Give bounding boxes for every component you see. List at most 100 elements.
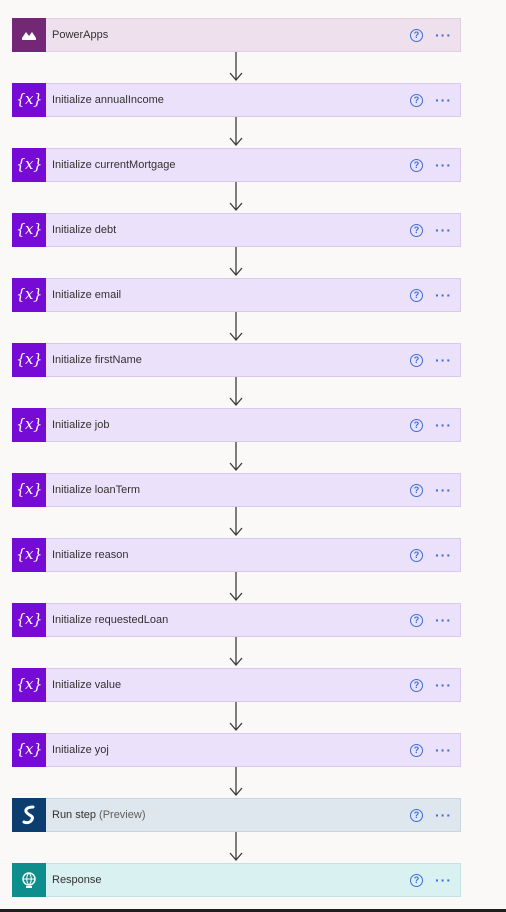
variable-glyph: {x} xyxy=(15,285,43,303)
step-title: Initialize loanTerm xyxy=(52,484,410,496)
arrow-down-icon xyxy=(229,702,243,731)
flow-step[interactable]: {x} Initialize email? ··· xyxy=(12,277,461,312)
more-options-icon[interactable]: ··· xyxy=(435,548,452,562)
connector-arrow xyxy=(12,247,461,278)
arrow-down-icon xyxy=(229,767,243,796)
variable-icon: {x} xyxy=(12,277,46,312)
more-options-icon[interactable]: ··· xyxy=(435,418,452,432)
help-icon[interactable]: ? xyxy=(410,808,423,822)
variable-glyph: {x} xyxy=(15,90,43,108)
connector-arrow xyxy=(12,702,461,733)
more-options-icon[interactable]: ··· xyxy=(435,613,452,627)
flow-step[interactable]: Run step (Preview)? ··· xyxy=(12,797,461,832)
arrow-down-icon xyxy=(229,572,243,601)
flow-step[interactable]: {x} Initialize yoj? ··· xyxy=(12,732,461,767)
arrow-down-icon xyxy=(229,442,243,471)
step-title-text: Initialize firstName xyxy=(52,354,142,366)
flow-step[interactable]: {x} Initialize job? ··· xyxy=(12,407,461,442)
variable-glyph: {x} xyxy=(15,350,43,368)
step-title: Initialize requestedLoan xyxy=(52,614,410,626)
variable-glyph: {x} xyxy=(15,610,43,628)
more-options-icon[interactable]: ··· xyxy=(435,288,452,302)
flow-step[interactable]: {x} Initialize currentMortgage? ··· xyxy=(12,147,461,182)
flow-step[interactable]: Response? ··· xyxy=(12,862,461,897)
step-title: Response xyxy=(52,874,410,886)
step-title-text: Initialize job xyxy=(52,419,110,431)
variable-glyph: {x} xyxy=(15,155,43,173)
arrow-down-icon xyxy=(229,312,243,341)
step-title: Initialize currentMortgage xyxy=(52,159,410,171)
flow-step[interactable]: {x} Initialize debt? ··· xyxy=(12,212,461,247)
variable-glyph: {x} xyxy=(15,675,43,693)
more-options-icon[interactable]: ··· xyxy=(435,808,452,822)
help-icon[interactable]: ? xyxy=(410,678,423,692)
variable-icon: {x} xyxy=(12,472,46,507)
powerapps-icon xyxy=(12,17,46,52)
variable-icon: {x} xyxy=(12,82,46,117)
help-icon[interactable]: ? xyxy=(410,418,423,432)
arrow-down-icon xyxy=(229,182,243,211)
flow-step[interactable]: {x} Initialize value? ··· xyxy=(12,667,461,702)
step-title-text: Initialize debt xyxy=(52,224,117,236)
arrow-down-icon xyxy=(229,52,243,81)
connector-arrow xyxy=(12,767,461,798)
variable-icon: {x} xyxy=(12,342,46,377)
help-icon[interactable]: ? xyxy=(410,158,423,172)
variable-icon: {x} xyxy=(12,667,46,702)
more-options-icon[interactable]: ··· xyxy=(435,483,452,497)
step-title-suffix: (Preview) xyxy=(99,809,146,821)
more-options-icon[interactable]: ··· xyxy=(435,223,452,237)
step-title-text: Initialize value xyxy=(52,679,122,691)
variable-glyph: {x} xyxy=(15,740,43,758)
variable-icon: {x} xyxy=(12,212,46,247)
help-icon[interactable]: ? xyxy=(410,548,423,562)
connector-arrow xyxy=(12,52,461,83)
flow-step[interactable]: {x} Initialize loanTerm? ··· xyxy=(12,472,461,507)
help-icon[interactable]: ? xyxy=(410,353,423,367)
more-options-icon[interactable]: ··· xyxy=(435,873,452,887)
variable-icon: {x} xyxy=(12,407,46,442)
arrow-down-icon xyxy=(229,377,243,406)
flow-step[interactable]: {x} Initialize firstName? ··· xyxy=(12,342,461,377)
more-options-icon[interactable]: ··· xyxy=(435,678,452,692)
help-icon[interactable]: ? xyxy=(410,28,423,42)
step-title: Initialize value xyxy=(52,679,410,691)
help-icon[interactable]: ? xyxy=(410,613,423,627)
help-icon[interactable]: ? xyxy=(410,743,423,757)
more-options-icon[interactable]: ··· xyxy=(435,28,452,42)
variable-glyph: {x} xyxy=(15,480,43,498)
step-title: Initialize job xyxy=(52,419,410,431)
step-title: Run step (Preview) xyxy=(52,809,410,821)
arrow-down-icon xyxy=(229,637,243,666)
connector-arrow xyxy=(12,117,461,148)
flow-step[interactable]: {x} Initialize reason? ··· xyxy=(12,537,461,572)
help-icon[interactable]: ? xyxy=(410,93,423,107)
more-options-icon[interactable]: ··· xyxy=(435,743,452,757)
flow-step[interactable]: {x} Initialize annualIncome? ··· xyxy=(12,82,461,117)
step-title-text: Initialize yoj xyxy=(52,744,109,756)
connector-arrow xyxy=(12,572,461,603)
arrow-down-icon xyxy=(229,832,243,861)
flow-step[interactable]: PowerApps? ··· xyxy=(12,17,461,52)
arrow-down-icon xyxy=(229,117,243,146)
step-title-text: Initialize currentMortgage xyxy=(52,159,176,171)
flow-step[interactable]: {x} Initialize requestedLoan? ··· xyxy=(12,602,461,637)
more-options-icon[interactable]: ··· xyxy=(435,158,452,172)
more-options-icon[interactable]: ··· xyxy=(435,353,452,367)
help-icon[interactable]: ? xyxy=(410,223,423,237)
connector-arrow xyxy=(12,442,461,473)
connector-arrow xyxy=(12,507,461,538)
variable-glyph: {x} xyxy=(15,220,43,238)
connector-arrow xyxy=(12,312,461,343)
help-icon[interactable]: ? xyxy=(410,288,423,302)
step-title-text: Initialize loanTerm xyxy=(52,484,141,496)
help-icon[interactable]: ? xyxy=(410,483,423,497)
step-title: Initialize yoj xyxy=(52,744,410,756)
variable-icon: {x} xyxy=(12,537,46,572)
step-title-text: Run step xyxy=(52,809,97,821)
help-icon[interactable]: ? xyxy=(410,873,423,887)
variable-glyph: {x} xyxy=(15,415,43,433)
more-options-icon[interactable]: ··· xyxy=(435,93,452,107)
step-title: PowerApps xyxy=(52,29,410,41)
step-title: Initialize firstName xyxy=(52,354,410,366)
